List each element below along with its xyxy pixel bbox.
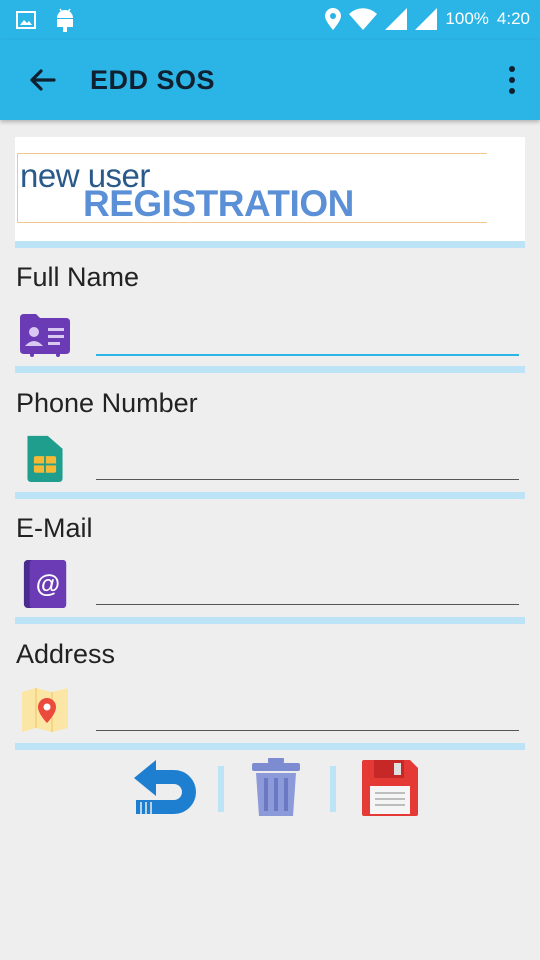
trash-icon[interactable]: [250, 758, 302, 818]
divider: [218, 766, 224, 812]
email-input[interactable]: [96, 568, 519, 606]
signal-icon: [385, 8, 408, 30]
email-at-icon: @: [23, 560, 67, 608]
address-underline: [96, 730, 519, 731]
phone-number-underline: [96, 479, 519, 480]
battery-text: 100%: [445, 9, 489, 28]
clock: 4:20: [496, 9, 530, 28]
separator: [15, 617, 525, 624]
divider: [330, 766, 336, 812]
full-name-input[interactable]: [96, 316, 519, 354]
banner-line-2: REGISTRATION: [83, 183, 354, 224]
email-label: E-Mail: [16, 513, 93, 543]
registration-banner: new user REGISTRATION: [15, 137, 525, 241]
sim-card-icon: [27, 435, 63, 482]
email-underline: [96, 604, 519, 605]
more-vert-icon[interactable]: [504, 64, 520, 96]
status-bar: 100% 4:20: [0, 0, 540, 40]
phone-number-label: Phone Number: [16, 388, 198, 418]
separator: [15, 366, 525, 373]
page-title: EDD SOS: [90, 65, 216, 95]
location-icon: [325, 8, 342, 30]
separator: [15, 492, 525, 499]
signal-icon-2: [415, 8, 438, 30]
arrow-back-icon[interactable]: [24, 62, 60, 98]
image-icon: [16, 11, 36, 29]
full-name-underline: [96, 354, 519, 356]
svg-text:@: @: [36, 571, 60, 599]
undo-icon[interactable]: [130, 758, 200, 818]
wifi-icon: [349, 8, 378, 30]
phone-number-input[interactable]: [96, 442, 519, 480]
address-input[interactable]: [96, 692, 519, 730]
address-label: Address: [16, 639, 116, 669]
separator: [15, 743, 525, 750]
full-name-label: Full Name: [16, 262, 140, 292]
app-bar: EDD SOS: [0, 40, 540, 120]
separator: [15, 241, 525, 248]
android-icon: [57, 8, 73, 32]
id-card-icon: [20, 314, 70, 357]
map-pin-icon: [22, 688, 68, 732]
action-bar: [0, 758, 540, 820]
floppy-save-icon[interactable]: [360, 758, 420, 818]
